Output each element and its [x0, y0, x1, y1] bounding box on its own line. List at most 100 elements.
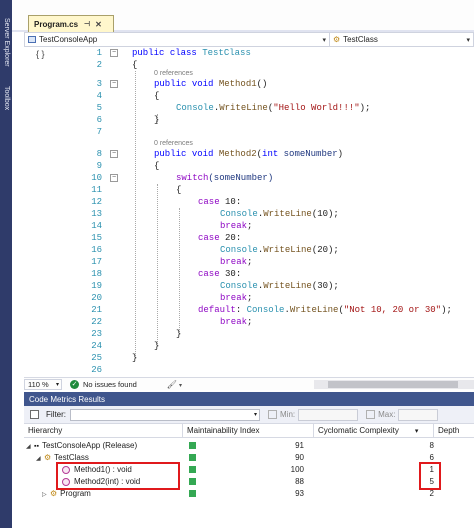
punctuation: ; — [247, 221, 253, 231]
column-cyclomatic[interactable]: Cyclomatic Complexity ▾ — [314, 424, 434, 438]
method-name: WriteLine — [289, 305, 339, 315]
toolbox-tab[interactable]: Toolbox — [0, 86, 12, 110]
collapse-toggle[interactable]: − — [110, 150, 118, 158]
code-line-19: Console.WriteLine(30); — [220, 280, 339, 292]
code-line-23: } — [176, 329, 182, 339]
row-name: TestConsoleApp (Release) — [41, 441, 138, 450]
min-icon — [268, 410, 277, 419]
code-line-11: { — [176, 185, 182, 195]
zoom-level: 110 % — [28, 379, 49, 389]
collapse-toggle[interactable]: − — [110, 174, 118, 182]
min-input[interactable] — [298, 408, 359, 421]
indent-guide — [135, 71, 136, 358]
code-line-20: break; — [220, 292, 252, 304]
maintainability-value: 90 — [295, 453, 304, 462]
code-metrics-toolbar: Filter: ▾ Min: Max: — [24, 406, 474, 424]
document-tab-bar: Program.cs ⊣ ✕ — [12, 0, 474, 32]
code-line-4: { — [154, 91, 160, 101]
column-depth[interactable]: Depth — [434, 424, 474, 438]
line-number: 17 — [91, 257, 102, 267]
string-literal: "Hello World!!!" — [273, 103, 360, 113]
type-name: Console — [176, 103, 214, 113]
string-literal: "Not 10, 20 or 30" — [343, 305, 442, 315]
line-number: 24 — [91, 341, 102, 351]
column-maintainability[interactable]: Maintainability Index — [183, 424, 314, 438]
project-name: TestConsoleApp — [39, 35, 98, 44]
issues-text: No issues found — [83, 379, 137, 389]
editor-margin — [24, 47, 40, 375]
keyword: case — [198, 269, 220, 279]
collapse-toggle[interactable]: − — [110, 49, 118, 57]
line-number: 4 — [96, 91, 102, 101]
max-input[interactable] — [398, 408, 439, 421]
class-icon: ⚙ — [333, 35, 341, 44]
line-number: 9 — [96, 161, 102, 171]
arguments: (10); — [311, 209, 339, 219]
code-line-16: Console.WriteLine(20); — [220, 244, 339, 256]
line-number: 12 — [91, 197, 102, 207]
method-name: WriteLine — [219, 103, 268, 113]
table-row[interactable]: ◢ ▪▪ TestConsoleApp (Release) 91 8 — [24, 440, 474, 452]
scrollbar-thumb[interactable] — [328, 380, 458, 388]
code-line-13: Console.WriteLine(10); — [220, 208, 339, 220]
class-name: TestClass — [202, 48, 251, 58]
type-name: Console — [220, 209, 258, 219]
keyword: case — [198, 233, 220, 243]
line-number: 16 — [91, 245, 102, 255]
min-label: Min: — [280, 410, 296, 419]
keyword: void — [191, 79, 214, 89]
close-icon[interactable]: ✕ — [95, 20, 102, 29]
zoom-dropdown[interactable]: 110 % ▾ — [24, 378, 62, 390]
code-cleanup-button[interactable]: 🖌 ▾ — [167, 380, 182, 389]
quick-actions-icon[interactable]: { } — [36, 49, 45, 59]
type-dropdown[interactable]: ⚙ TestClass ▾ — [330, 33, 473, 46]
line-number: 18 — [91, 269, 102, 279]
codelens-references[interactable]: 0 references — [154, 70, 193, 77]
issues-indicator[interactable]: ✓ No issues found — [70, 379, 137, 389]
metrics-grid: ◢ ▪▪ TestConsoleApp (Release) 91 8 ◢ ⚙ TestC… — [24, 438, 474, 528]
line-number: 5 — [96, 103, 102, 113]
punctuation: ; — [247, 293, 253, 303]
expression: (someNumber) — [208, 173, 274, 183]
line-number: 3 — [96, 79, 102, 89]
line-number: 22 — [91, 317, 102, 327]
keyword: break — [220, 317, 248, 327]
keyword: break — [220, 221, 248, 231]
green-status-icon — [189, 454, 196, 462]
server-explorer-tab[interactable]: Server Explorer — [0, 18, 12, 67]
line-number: 2 — [96, 60, 102, 70]
expand-arrow-icon[interactable]: ▷ — [42, 489, 50, 501]
pin-icon[interactable]: ⊣ — [84, 20, 90, 28]
method-name: WriteLine — [263, 281, 312, 291]
project-dropdown[interactable]: TestConsoleApp ▾ — [25, 33, 330, 46]
code-line-21: default: Console.WriteLine("Not 10, 20 o… — [198, 304, 452, 316]
filter-options-icon[interactable] — [28, 409, 40, 421]
code-editor[interactable]: { } 1 2 3 4 5 6 7 8 9 10 11 12 13 14 15 … — [24, 47, 474, 375]
horizontal-scrollbar[interactable] — [314, 379, 474, 389]
line-number: 25 — [91, 353, 102, 363]
type-name: Console — [220, 245, 258, 255]
filter-dropdown[interactable]: ▾ — [70, 408, 260, 421]
codelens-references[interactable]: 0 references — [154, 140, 193, 147]
column-label: Depth — [438, 426, 460, 435]
collapse-toggle[interactable]: − — [110, 80, 118, 88]
parameter: someNumber — [283, 149, 338, 159]
line-number: 15 — [91, 233, 102, 243]
line-number: 20 — [91, 293, 102, 303]
keyword: int — [262, 149, 279, 159]
column-hierarchy[interactable]: Hierarchy — [24, 424, 183, 438]
hierarchy-cell: ◢ ▪▪ TestConsoleApp (Release) — [26, 440, 137, 452]
tab-program-cs[interactable]: Program.cs ⊣ ✕ — [28, 15, 114, 32]
column-label: Maintainability Index — [187, 426, 260, 435]
code-line-12: case 10: — [198, 196, 241, 208]
punctuation: () — [256, 79, 268, 89]
method-name: Method1 — [218, 79, 257, 89]
code-line-17: break; — [220, 256, 252, 268]
code-line-6: } — [154, 115, 160, 125]
row-name: Program — [60, 489, 91, 498]
punctuation: ; — [247, 257, 253, 267]
code-line-2: { — [132, 60, 138, 70]
case-value: 20: — [225, 233, 242, 243]
max-icon — [366, 410, 376, 419]
keyword: break — [220, 293, 248, 303]
